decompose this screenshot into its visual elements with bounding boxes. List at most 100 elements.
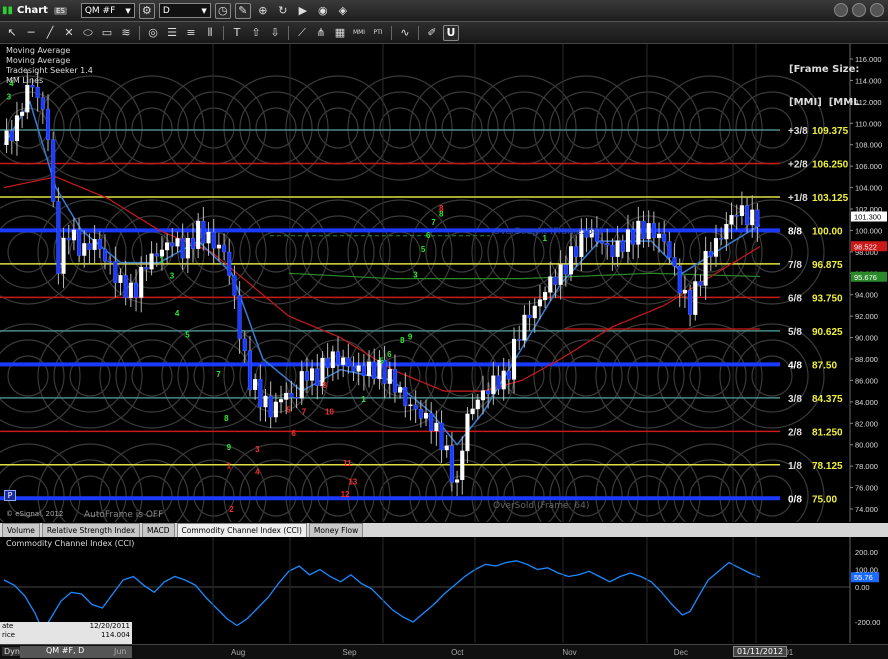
brush-icon[interactable]: ✐ (424, 25, 440, 41)
refresh-icon[interactable]: ↻ (275, 3, 291, 19)
link-icon[interactable]: ⚙ (138, 2, 155, 19)
arrow-down-icon[interactable]: ⇩ (267, 25, 283, 41)
seeker-count-label: 12 (341, 490, 350, 499)
candle-body (563, 264, 568, 275)
candle-body (175, 238, 180, 247)
magnet-icon[interactable]: U (443, 24, 459, 41)
mm-level-label: 8/8 (788, 226, 802, 237)
tab-money-flow[interactable]: Money Flow (308, 523, 364, 537)
candle-body (133, 282, 139, 298)
candle-body (460, 450, 465, 480)
target-icon[interactable]: ◎ (145, 25, 161, 41)
window-badge: ES (53, 6, 67, 15)
candle-body (87, 243, 92, 250)
mm-price-label: 96.875 (812, 260, 843, 271)
price-chart-svg[interactable]: +3/8 109.375 +2/8 106.250 +1/8 103.125 8/8 100.… (0, 44, 888, 549)
candle-body (724, 224, 729, 240)
minimize-icon[interactable] (834, 3, 848, 17)
price-tick-label: 116.000 (855, 55, 882, 64)
mm-price-label: 100.00 (812, 226, 843, 237)
candle-body (294, 396, 299, 399)
tab-volume[interactable]: Volume (2, 523, 40, 537)
seeker-count-label: 2 (229, 505, 234, 514)
chevron-down-icon[interactable]: ▼ (125, 7, 130, 15)
tab-rsi[interactable]: Relative Strength Index (41, 523, 141, 537)
price-chart[interactable]: +3/8 109.375 +2/8 106.250 +1/8 103.125 8/8 100.… (0, 44, 888, 549)
candle-body (40, 97, 45, 110)
maximize-icon[interactable] (852, 3, 866, 17)
seeker-count-label: 6 (387, 350, 392, 359)
line-icon[interactable]: ─ (23, 25, 39, 41)
dyn-button[interactable]: Dyn (2, 647, 22, 656)
fib-icon[interactable]: ⟋ (294, 25, 310, 41)
candle-body (475, 399, 480, 410)
mm-level-label: 0/8 (788, 494, 802, 505)
candle-body (61, 237, 66, 274)
mmi-icon[interactable]: MMI (351, 25, 367, 41)
candle-body (543, 291, 548, 300)
pencil-icon[interactable]: ✎ (234, 2, 251, 19)
info-price-value: 114.004 (101, 631, 130, 639)
play-icon[interactable]: ▶ (295, 3, 311, 19)
cci-chart-svg[interactable]: 200.00 0.00 -200.00 55.76100.00 (0, 537, 888, 643)
candle-body (387, 369, 392, 384)
list-icon[interactable]: ≡ (183, 25, 199, 41)
price-tick-label: 76.000 (855, 484, 878, 493)
mm-level-label: +1/8 (788, 193, 808, 204)
pitchfork-icon[interactable]: ⋔ (313, 25, 329, 41)
arrow-up-icon[interactable]: ⇧ (248, 25, 264, 41)
candle-body (734, 215, 739, 217)
cci-title: Commodity Channel Index (CCI) (6, 539, 135, 548)
tab-cci[interactable]: Commodity Channel Index (CCI) (176, 523, 307, 537)
symbol-input[interactable]: QM #F ▼ (80, 3, 135, 18)
interval-input[interactable]: D ▼ (158, 3, 211, 18)
price-tick-label: 106.000 (855, 162, 882, 171)
candle-body (180, 238, 185, 259)
mm-level-label: +2/8 (788, 159, 808, 170)
text-icon[interactable]: T (229, 25, 245, 41)
candle-body (713, 238, 719, 257)
candle-body (703, 250, 708, 286)
candle-body (719, 238, 724, 240)
eraser-icon[interactable]: ◈ (335, 3, 351, 19)
trendline-icon[interactable]: ╱ (42, 25, 58, 41)
cursor-icon[interactable]: ↖ (4, 25, 20, 41)
mm-price-label: 87.50 (812, 360, 837, 371)
candle-body (537, 299, 542, 307)
cci-panel[interactable]: 200.00 0.00 -200.00 55.76 100.00 Commodity C… (0, 537, 888, 643)
close-icon[interactable] (870, 3, 884, 17)
chevron-down-icon[interactable]: ▼ (201, 7, 206, 15)
chart-icon: ▮▮ (2, 5, 14, 16)
grid-icon[interactable]: ▦ (332, 25, 348, 41)
seeker-count-label: 3 (7, 93, 12, 102)
zoom-icon[interactable]: ⊕ (255, 3, 271, 19)
candle-body (610, 244, 615, 257)
rectangle-icon[interactable]: ▭ (99, 25, 115, 41)
hlines-icon[interactable]: ☰ (164, 25, 180, 41)
candle-body (615, 240, 620, 257)
seeker-count-label: 7 (302, 408, 307, 417)
tab-macd[interactable]: MACD (142, 523, 175, 537)
oversold-label: OverSold (Frame: 64) (493, 501, 590, 511)
vlines-icon[interactable]: ⦀ (202, 25, 218, 41)
pti-icon[interactable]: PTI (370, 25, 386, 41)
candle-body (71, 229, 76, 241)
p-marker[interactable]: P (4, 490, 16, 501)
circle-icon[interactable]: ◉ (315, 3, 331, 19)
candle-body (268, 395, 273, 418)
candle-body (506, 370, 511, 380)
wave-icon[interactable]: ∿ (397, 25, 413, 41)
candle-body (346, 357, 351, 367)
candle-body (25, 84, 30, 113)
candle-body (651, 223, 656, 238)
mm-level-label: 6/8 (788, 293, 802, 304)
ellipse-icon[interactable]: ⬭ (80, 25, 96, 41)
seeker-count-label: 5 (421, 245, 426, 254)
seeker-count-label: 1 (159, 256, 164, 265)
channel-icon[interactable]: ≋ (118, 25, 134, 41)
shape-icon[interactable]: ✕ (61, 25, 77, 41)
candle-body (698, 281, 703, 286)
clock-icon[interactable]: ◷ (214, 2, 231, 19)
candle-body (636, 220, 641, 245)
candle-body (413, 404, 418, 410)
